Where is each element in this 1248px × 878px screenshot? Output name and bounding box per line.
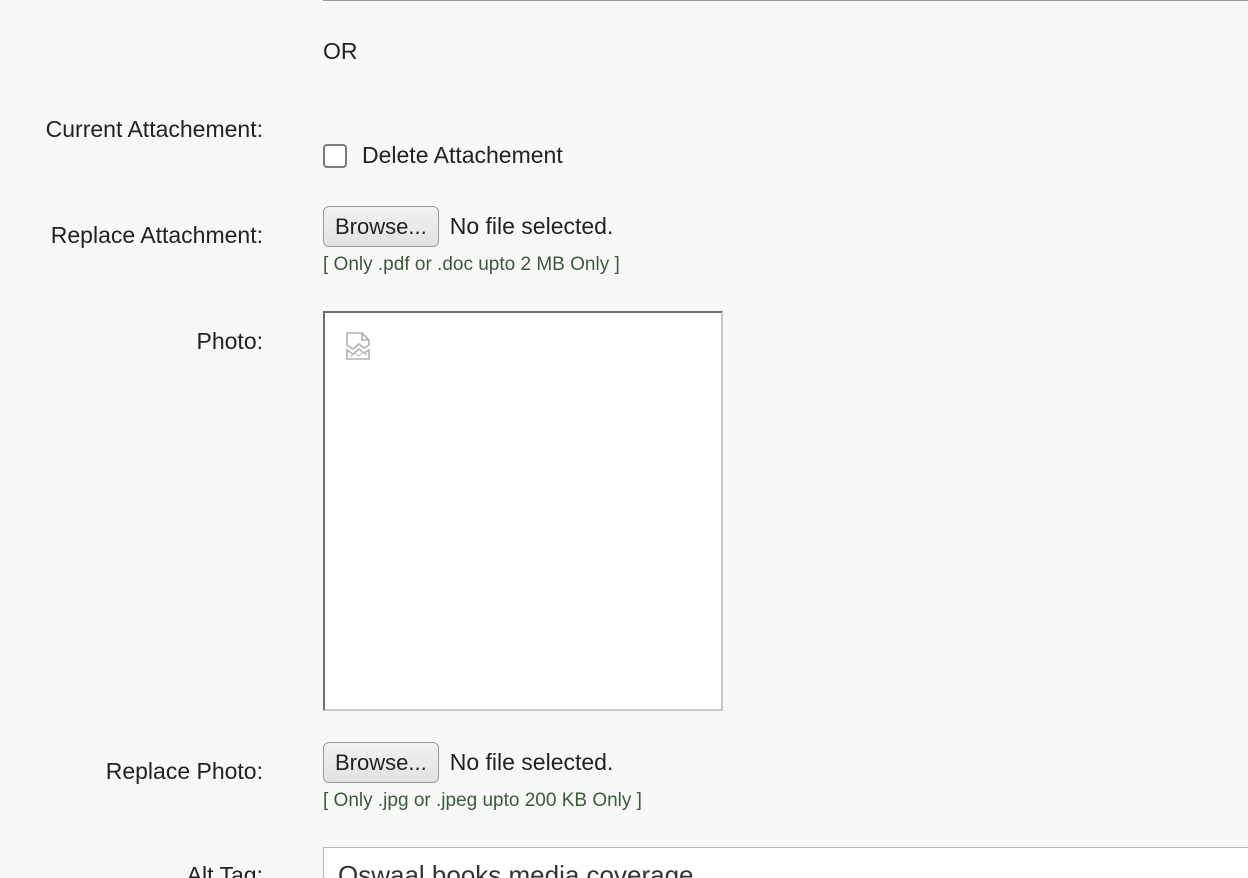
photo-label: Photo: [196,328,264,354]
photo-hint: [ Only .jpg or .jpeg upto 200 KB Only ] [323,790,642,811]
replace-attachment-file-input[interactable]: Browse... No file selected. [323,206,613,247]
broken-image-icon [346,332,370,360]
delete-attachment-label[interactable]: Delete Attachement [362,142,563,169]
replace-attachment-label: Replace Attachment: [50,222,263,248]
browse-photo-button[interactable]: Browse... [323,742,439,783]
alt-tag-label: Alt Tag: [186,862,263,878]
photo-preview [323,311,723,711]
attachment-form: OR Current Attachement: Delete Attacheme… [0,0,1248,878]
current-attachment-label: Current Attachement: [45,116,263,142]
replace-photo-file-input[interactable]: Browse... No file selected. [323,742,613,783]
attachment-file-status: No file selected. [449,213,614,239]
top-divider [323,0,1248,1]
alt-tag-input[interactable]: Oswaal books media coverage [323,847,1248,878]
delete-attachment-checkbox[interactable] [323,143,347,168]
delete-attachment-row[interactable]: Delete Attachement [323,142,563,169]
photo-file-status: No file selected. [449,749,614,775]
or-separator: OR [323,38,358,64]
attachment-hint: [ Only .pdf or .doc upto 2 MB Only ] [323,254,620,275]
replace-photo-label: Replace Photo: [105,758,263,784]
browse-attachment-button[interactable]: Browse... [323,206,439,247]
